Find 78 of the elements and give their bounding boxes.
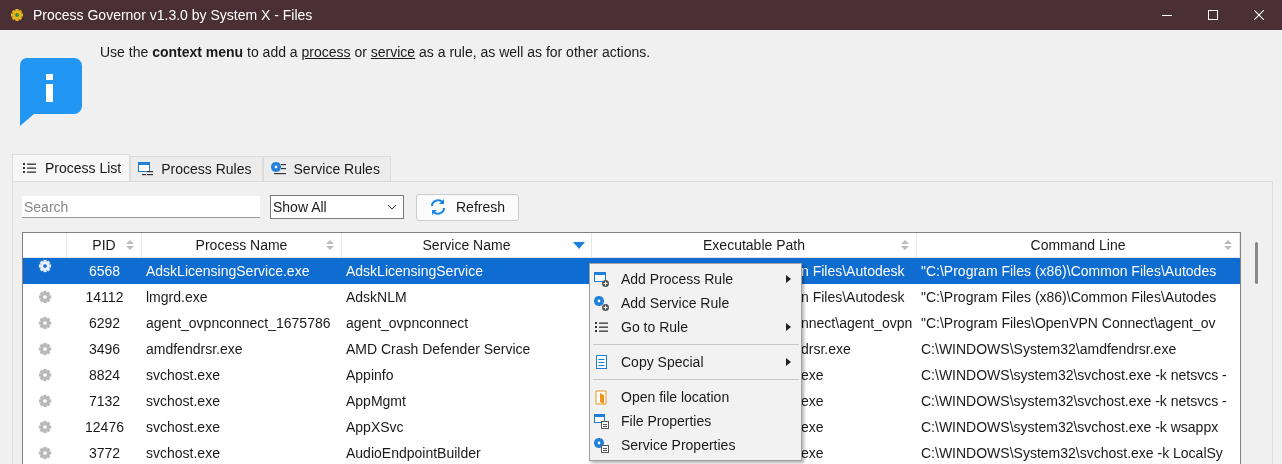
document-icon [593,353,610,371]
maximize-icon [1208,10,1218,20]
gear-document-icon [593,436,610,454]
tab[interactable]: Service Rules [262,156,391,181]
table-cell: exe [801,419,824,435]
table-cell: drsr.exe [801,341,851,357]
table-cell-text: amdfendrsr.exe [145,341,244,357]
menu-item[interactable]: Add Process Rule [590,267,801,291]
menu-item[interactable]: Copy Special [590,350,801,374]
app-icon [9,7,25,23]
table-cell-text: n Files\Autodesk [801,262,905,281]
chevron-icon [387,204,397,210]
gear-icon [37,393,53,409]
table-cell: "C:\Program Files (x86)\Common Files\Autodes [917,258,1240,284]
table-cell-text: 8824 [87,367,122,383]
table-cell-text: Appinfo [345,367,395,383]
table-cell-text: lmgrd.exe [145,289,209,305]
table-cell-text: 7132 [87,393,122,409]
table-cell: AdskLicensingService.exe [142,258,342,284]
table-cell-text: AMD Crash Defender Service [345,341,532,357]
link[interactable]: service [370,44,416,60]
gear-icon [37,419,53,435]
tab[interactable]: Process Rules [130,156,263,181]
table-cell-text: 12476 [84,419,125,435]
menu-item[interactable]: Add Service Rule [590,291,801,315]
gear-icon [37,341,53,357]
window-plus-icon [593,270,610,288]
table-cell-text: C:\WINDOWS\system32\svchost.exe -k wsappx [920,419,1220,435]
table-cell-text: svchost.exe [145,367,221,383]
menu-item[interactable]: Service Properties [590,433,801,457]
gear-plus-icon [593,294,610,312]
table-cell-text: 3772 [87,445,122,461]
search-field[interactable]: Search [22,196,260,218]
info-icon [18,58,82,126]
table-cell-text: 6292 [87,315,122,331]
gear-icon [37,445,53,461]
gear-icon [37,289,53,305]
window-list-icon [137,160,155,178]
table-cell-text: C:\WINDOWS\System32\amdfendrsr.exe [920,341,1178,357]
tab[interactable]: Process List [12,154,131,181]
folder-icon [593,388,610,406]
gear-icon [37,367,53,383]
table-cell-text: svchost.exe [145,393,221,409]
table-cell: exe [801,445,824,461]
table-cell-text: C:\WINDOWS\system32\svchost.exe -k netsvcs - [920,393,1228,409]
link[interactable]: process [301,44,351,60]
menu-item[interactable]: Open file location [590,385,801,409]
table-cell-text: C:\WINDOWS\System32\svchost.exe -k LocalSy [920,445,1224,461]
filter-dropdown[interactable]: Show All [270,195,404,219]
table-cell: AdskLicensingService [342,258,592,284]
table-cell: exe [801,393,824,409]
refresh-button[interactable]: Refresh [416,193,519,221]
table-cell-text: AudioEndpointBuilder [345,445,482,461]
table-cell: 6568 [67,258,142,284]
table-cell-text: "C:\Program Files\OpenVPN Connect\agent_ov [920,315,1217,331]
table-cell-text: 14112 [84,289,125,305]
close-icon [1254,10,1264,20]
table-cell: exe [801,367,824,383]
table-cell: nnect\agent_ovpn [801,315,913,331]
table-cell-text: AppXSvc [345,419,405,435]
window-title: Process Governor v1.3.0 by System X - Files [33,7,314,23]
refresh-icon [429,198,447,216]
gear-icon [37,315,53,331]
info-message: Use the context menu to add a process or service as a rule, as well as for other actions. [100,44,651,62]
table-cell: n Files\Autodesk [801,289,905,305]
table-cell-text: svchost.exe [145,419,221,435]
window-document-icon [593,412,610,430]
table-cell-text: AppMgmt [345,393,407,409]
table-cell-text: agent_ovpnconnect [345,315,470,331]
table-cell-text: AdskNLM [345,289,408,305]
table-cell-text: agent_ovpnconnect_1675786 [145,315,332,331]
menu-item[interactable]: File Properties [590,409,801,433]
table-cell-text: C:\WINDOWS\system32\svchost.exe -k netsvcs - [920,367,1228,383]
scrollbar[interactable] [1254,242,1258,284]
table-cell-text: "C:\Program Files (x86)\Common Files\Autodes [920,289,1218,305]
menu-item[interactable]: Go to Rule [590,315,801,339]
table-cell-text: svchost.exe [145,445,221,461]
table-cell-text: 3496 [87,341,122,357]
